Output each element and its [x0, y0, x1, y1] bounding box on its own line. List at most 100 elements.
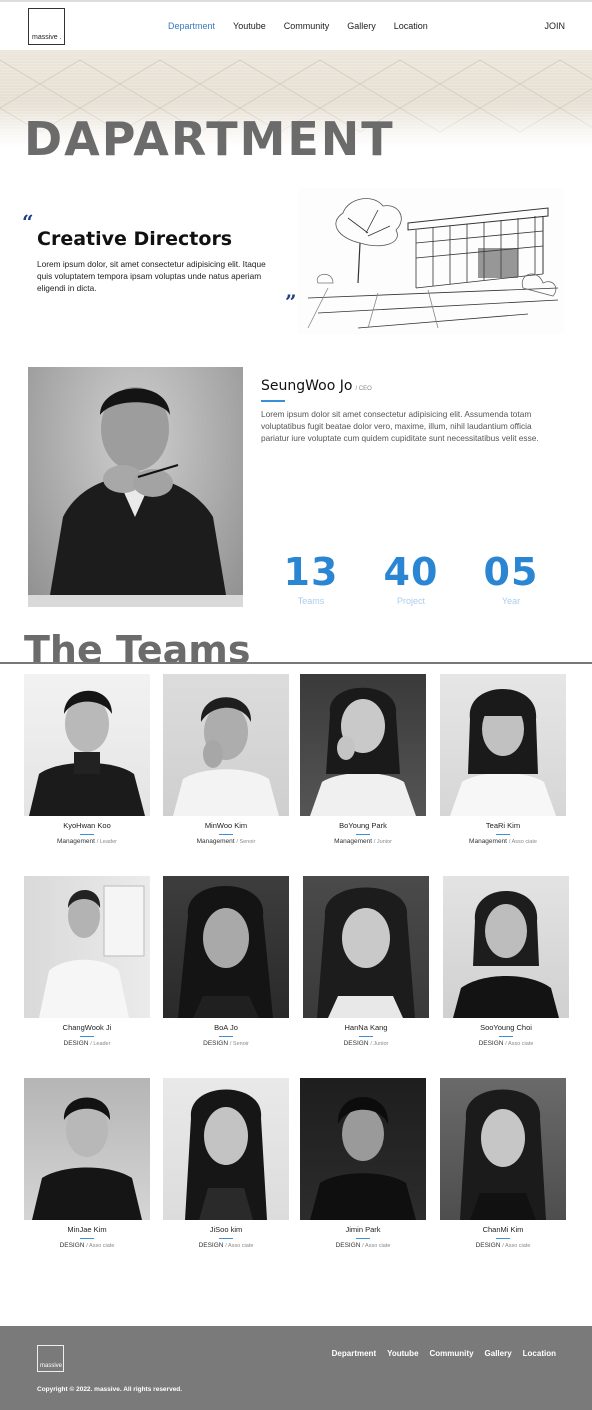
member-role: Management / Junior — [334, 838, 392, 845]
member-name: ChangWook Ji — [62, 1023, 112, 1032]
footer-logo-text: massive — [40, 1363, 63, 1369]
member-divider — [219, 1238, 233, 1239]
nav-youtube[interactable]: Youtube — [233, 21, 266, 31]
footer-nav-department[interactable]: Department — [332, 1349, 376, 1358]
nav-community[interactable]: Community — [284, 21, 330, 31]
team-member-card[interactable]: BoA Jo DESIGN / Senoir — [163, 876, 289, 1047]
member-role: DESIGN / Asso ciate — [59, 1242, 115, 1249]
nav-department[interactable]: Department — [168, 21, 215, 31]
member-name: JiSoo kim — [209, 1225, 243, 1234]
teams-title: The Teams — [24, 628, 251, 672]
logo[interactable]: massive . — [28, 8, 65, 45]
creative-directors-text: Lorem ipsum dolor, sit amet consectetur … — [37, 259, 266, 293]
member-role: DESIGN / Leader — [63, 1040, 111, 1047]
member-photo — [24, 1078, 150, 1220]
member-divider — [219, 1036, 233, 1037]
ceo-heading: SeungWoo Jo / CEO — [261, 377, 372, 395]
member-photo — [443, 876, 569, 1018]
stat-project: 40 Project — [371, 550, 451, 606]
member-divider — [496, 1238, 510, 1239]
member-photo — [163, 876, 289, 1018]
quote-close-icon: ” — [285, 290, 297, 314]
creative-directors-title: Creative Directors — [37, 228, 233, 250]
member-name: BoA Jo — [214, 1023, 238, 1032]
member-photo — [163, 1078, 289, 1220]
member-divider — [359, 1036, 373, 1037]
member-photo — [300, 1078, 426, 1220]
team-member-card[interactable]: ChangWook Ji DESIGN / Leader — [24, 876, 150, 1047]
quote-open-icon: “ — [22, 210, 34, 234]
ceo-photo — [28, 367, 243, 607]
join-link[interactable]: JOIN — [544, 21, 565, 31]
member-photo — [440, 674, 566, 816]
member-name: KyoHwan Koo — [63, 821, 111, 830]
team-member-card[interactable]: ChanMi Kim DESIGN / Asso ciate — [440, 1078, 566, 1249]
nav-gallery[interactable]: Gallery — [347, 21, 376, 31]
member-role: DESIGN / Asso ciate — [478, 1040, 534, 1047]
team-member-card[interactable]: HanNa Kang DESIGN / Junior — [303, 876, 429, 1047]
member-photo — [163, 674, 289, 816]
main-nav: Department Youtube Community Gallery Loc… — [168, 21, 428, 31]
member-role: DESIGN / Asso ciate — [335, 1242, 391, 1249]
team-member-card[interactable]: MinWoo Kim Management / Senoir — [163, 674, 289, 845]
team-member-card[interactable]: MinJae Kim DESIGN / Asso ciate — [24, 1078, 150, 1249]
team-member-card[interactable]: BoYoung Park Management / Junior — [300, 674, 426, 845]
stat-label: Year — [501, 596, 521, 606]
stat-value: 05 — [483, 550, 539, 594]
member-name: ChanMi Kim — [482, 1225, 524, 1234]
ceo-role: / CEO — [355, 386, 372, 392]
ceo-text: Lorem ipsum dolor sit amet consectetur a… — [261, 409, 539, 443]
member-divider — [219, 834, 233, 835]
member-photo — [24, 876, 150, 1018]
stat-value: 40 — [383, 550, 439, 594]
footer-nav-location[interactable]: Location — [523, 1349, 556, 1358]
stat-value: 13 — [283, 550, 339, 594]
team-member-card[interactable]: Jimin Park DESIGN / Asso ciate — [300, 1078, 426, 1249]
footer-nav-youtube[interactable]: Youtube — [387, 1349, 418, 1358]
site-footer: massive Department Youtube Community Gal… — [0, 1326, 592, 1410]
member-divider — [499, 1036, 513, 1037]
member-divider — [80, 1036, 94, 1037]
stat-year: 05 Year — [471, 550, 551, 606]
member-role: Management / Asso ciate — [469, 838, 537, 845]
nav-location[interactable]: Location — [394, 21, 428, 31]
stat-label: Project — [396, 596, 425, 606]
member-role: DESIGN / Asso ciate — [198, 1242, 254, 1249]
member-divider — [496, 834, 510, 835]
stat-teams: 13 Teams — [271, 550, 351, 606]
team-member-card[interactable]: SooYoung Choi DESIGN / Asso ciate — [443, 876, 569, 1047]
member-photo — [300, 674, 426, 816]
team-member-card[interactable]: TeaRi Kim Management / Asso ciate — [440, 674, 566, 845]
stat-label: Teams — [297, 596, 325, 606]
member-role: DESIGN / Asso ciate — [475, 1242, 531, 1249]
teams-divider — [0, 662, 592, 664]
member-role: Management / Leader — [57, 838, 117, 845]
member-name: SooYoung Choi — [480, 1023, 532, 1032]
building-sketch-image — [298, 188, 564, 334]
member-divider — [356, 834, 370, 835]
member-name: Jimin Park — [345, 1225, 381, 1234]
footer-nav: Department Youtube Community Gallery Loc… — [332, 1349, 556, 1358]
member-photo — [303, 876, 429, 1018]
member-name: MinJae Kim — [67, 1225, 107, 1234]
member-name: TeaRi Kim — [485, 821, 521, 830]
member-divider — [80, 834, 94, 835]
logo-text: massive . — [32, 34, 62, 41]
team-member-card[interactable]: JiSoo kim DESIGN / Asso ciate — [163, 1078, 289, 1249]
footer-nav-gallery[interactable]: Gallery — [485, 1349, 512, 1358]
footer-nav-community[interactable]: Community — [430, 1349, 474, 1358]
member-name: MinWoo Kim — [204, 821, 248, 830]
team-member-card[interactable]: KyoHwan Koo Management / Leader — [24, 674, 150, 845]
member-role: DESIGN / Junior — [343, 1040, 389, 1047]
footer-logo[interactable]: massive — [37, 1345, 64, 1372]
member-photo — [24, 674, 150, 816]
site-header: massive . Department Youtube Community G… — [0, 0, 592, 50]
member-divider — [80, 1238, 94, 1239]
member-role: Management / Senoir — [196, 838, 256, 845]
member-divider — [356, 1238, 370, 1239]
member-name: BoYoung Park — [339, 821, 387, 830]
page-title: DAPARTMENT — [24, 112, 395, 166]
ceo-name: SeungWoo Jo — [261, 378, 353, 394]
ceo-divider — [261, 400, 285, 402]
member-photo — [440, 1078, 566, 1220]
